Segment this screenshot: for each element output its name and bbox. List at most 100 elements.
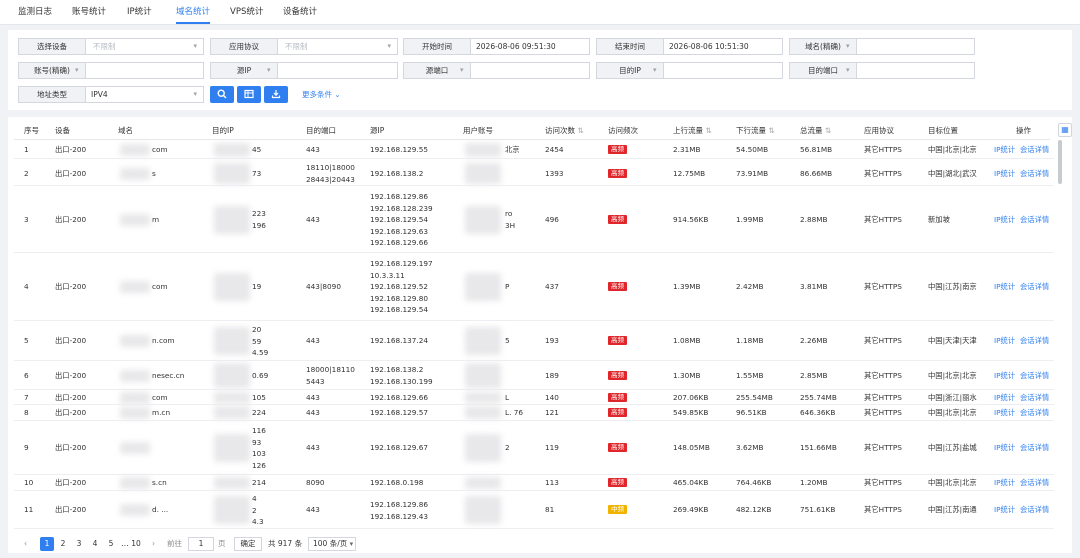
row-dst-port: 443 <box>306 505 320 514</box>
start-time-field[interactable]: 开始时间 2026-08-06 09:51:30 <box>403 38 590 55</box>
tab-monitor-log[interactable]: 监测日志 <box>18 0 52 24</box>
session-detail-link[interactable]: 会话详情 <box>1020 407 1049 419</box>
search-button[interactable] <box>210 86 234 103</box>
row-no: 7 <box>24 393 29 402</box>
row-count: 140 <box>545 393 559 402</box>
page-button[interactable]: 1 <box>40 537 54 551</box>
page-button[interactable]: 3 <box>72 537 86 551</box>
page-button[interactable]: 5 <box>104 537 118 551</box>
redaction-blur <box>465 363 501 388</box>
redaction-blur <box>214 434 250 462</box>
src-ip-field[interactable]: 源IP ▾ <box>210 62 398 79</box>
ip-stats-link[interactable]: IP统计 <box>994 442 1015 454</box>
session-detail-link[interactable]: 会话详情 <box>1020 281 1049 293</box>
col-total[interactable]: 总流量 ⇅ <box>800 123 831 139</box>
row-proto: 其它HTTPS <box>864 371 902 380</box>
more-conditions-link[interactable]: 更多条件 ⌄ <box>302 86 341 103</box>
page-size-select[interactable]: 100 条/页 ▾ <box>308 537 356 551</box>
domain-exact-field[interactable]: 域名(精确) ▾ <box>789 38 975 55</box>
row-freq-badge: 高频 <box>608 169 627 178</box>
col-up[interactable]: 上行流量 ⇅ <box>673 123 712 139</box>
page-button[interactable]: 10 <box>128 537 144 551</box>
session-detail-link[interactable]: 会话详情 <box>1020 144 1049 156</box>
end-time-field[interactable]: 结束时间 2026-08-06 10:51:30 <box>596 38 783 55</box>
src-port-field[interactable]: 源端口 ▾ <box>403 62 590 79</box>
ip-stats-link[interactable]: IP统计 <box>994 392 1015 404</box>
session-detail-link[interactable]: 会话详情 <box>1020 370 1049 382</box>
tab-domain-stats[interactable]: 域名统计 <box>176 0 211 24</box>
row-up: 914.56KB <box>673 215 709 224</box>
redaction-blur <box>120 144 150 156</box>
row-up: 269.49KB <box>673 505 709 514</box>
session-detail-link[interactable]: 会话详情 <box>1020 168 1049 180</box>
account-exact-field[interactable]: 账号(精确) ▾ <box>18 62 204 79</box>
row-no: 2 <box>24 169 29 178</box>
row-divider <box>14 320 1054 321</box>
ip-stats-link[interactable]: IP统计 <box>994 214 1015 226</box>
session-detail-link[interactable]: 会话详情 <box>1020 392 1049 404</box>
row-freq-badge: 高频 <box>608 282 627 291</box>
ip-stats-link[interactable]: IP统计 <box>994 504 1015 516</box>
ip-stats-link[interactable]: IP统计 <box>994 477 1015 489</box>
col-src-ip: 源IP <box>370 126 385 135</box>
prev-page-icon[interactable]: ‹ <box>24 537 27 551</box>
column-settings-icon[interactable]: ▦ <box>1058 123 1072 137</box>
dst-port-field[interactable]: 目的端口 ▾ <box>789 62 975 79</box>
next-page-icon[interactable]: › <box>152 537 155 551</box>
row-domain: m <box>152 215 160 224</box>
addr-type-value: IPV4 <box>91 90 108 99</box>
start-time-value: 2026-08-06 09:51:30 <box>476 42 556 51</box>
row-up: 12.75MB <box>673 169 706 178</box>
row-location: 中国|江苏|南京 <box>928 282 977 291</box>
row-total: 255.74MB <box>800 393 837 402</box>
device-select[interactable]: 选择设备 不限制 ▾ <box>18 38 204 55</box>
download-button[interactable] <box>264 86 288 103</box>
addr-type-select[interactable]: 地址类型 IPV4 ▾ <box>18 86 204 103</box>
col-count[interactable]: 访问次数 ⇅ <box>545 123 584 139</box>
dst-ip-field[interactable]: 目的IP ▾ <box>596 62 783 79</box>
row-freq-badge: 高频 <box>608 336 627 345</box>
chevron-down-icon: ▾ <box>349 540 354 548</box>
chevron-down-icon: ▾ <box>846 66 850 74</box>
tab-account-stats[interactable]: 账号统计 <box>72 0 106 24</box>
page-button[interactable]: 4 <box>88 537 102 551</box>
col-count-label: 访问次数 <box>545 126 575 135</box>
ip-stats-link[interactable]: IP统计 <box>994 168 1015 180</box>
tab-ip-stats[interactable]: IP统计 <box>127 0 152 24</box>
row-up: 1.30MB <box>673 371 701 380</box>
col-freq: 访问频次 <box>608 126 638 135</box>
row-count: 119 <box>545 443 559 452</box>
export-button[interactable] <box>237 86 261 103</box>
session-detail-link[interactable]: 会话详情 <box>1020 504 1049 516</box>
col-total-label: 总流量 <box>800 126 823 135</box>
sort-icon: ⇅ <box>768 126 775 135</box>
redaction-blur <box>465 327 501 355</box>
row-up: 2.31MB <box>673 145 701 154</box>
goto-page-input[interactable]: 1 <box>188 537 214 551</box>
row-freq-badge: 高频 <box>608 408 627 417</box>
goto-confirm-button[interactable]: 确定 <box>234 537 262 551</box>
search-icon <box>217 89 227 99</box>
col-down[interactable]: 下行流量 ⇅ <box>736 123 775 139</box>
row-count: 437 <box>545 282 559 291</box>
row-domain: com <box>152 145 168 154</box>
chevron-down-icon: ▾ <box>193 42 197 50</box>
tab-device-stats[interactable]: 设备统计 <box>283 0 317 24</box>
redaction-blur <box>120 477 150 489</box>
ip-stats-link[interactable]: IP统计 <box>994 407 1015 419</box>
redaction-blur <box>214 273 250 301</box>
ip-stats-link[interactable]: IP统计 <box>994 335 1015 347</box>
row-dst-port: 18000|18110 5443 <box>306 365 355 386</box>
page-button[interactable]: 2 <box>56 537 70 551</box>
session-detail-link[interactable]: 会话详情 <box>1020 335 1049 347</box>
ip-stats-link[interactable]: IP统计 <box>994 370 1015 382</box>
ip-stats-link[interactable]: IP统计 <box>994 281 1015 293</box>
session-detail-link[interactable]: 会话详情 <box>1020 477 1049 489</box>
row-dst-ip: 105 <box>252 393 266 402</box>
table-row: 9 出口-200 116 93 103 126 443 192.168.129.67 2 119 高… <box>0 421 1080 475</box>
tab-vps-stats[interactable]: VPS统计 <box>230 0 263 24</box>
ip-stats-link[interactable]: IP统计 <box>994 144 1015 156</box>
session-detail-link[interactable]: 会话详情 <box>1020 442 1049 454</box>
protocol-select[interactable]: 应用协议 不限制 ▾ <box>210 38 398 55</box>
session-detail-link[interactable]: 会话详情 <box>1020 214 1049 226</box>
